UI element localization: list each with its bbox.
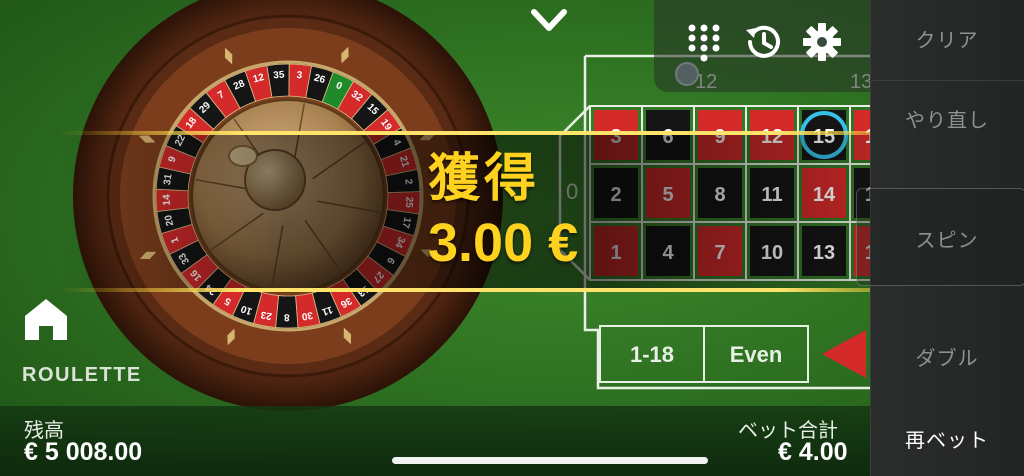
- game-name: ROULETTE: [22, 364, 142, 386]
- gear-icon[interactable]: [801, 22, 843, 62]
- outside-bet-label: 1-18: [630, 342, 674, 367]
- balance-value: € 5 008.00: [24, 438, 143, 466]
- outside-bet-label: Even: [730, 342, 783, 367]
- menu-item-double[interactable]: ダブル: [870, 342, 1024, 371]
- menu-item-clear[interactable]: クリア: [870, 24, 1024, 53]
- wheel-number: 35: [273, 70, 285, 82]
- chevron-down-icon[interactable]: [528, 4, 570, 36]
- menu-divider: [870, 80, 1024, 81]
- total-bet-value: € 4.00: [778, 438, 848, 466]
- history-icon[interactable]: [742, 22, 784, 62]
- red-bet-diamond[interactable]: [822, 330, 866, 378]
- menu-item-spin[interactable]: スピン: [870, 224, 1024, 253]
- home-indicator[interactable]: [392, 457, 708, 464]
- wheel-number: 8: [284, 311, 290, 322]
- menu-item-rebet[interactable]: 再ベット: [870, 424, 1024, 453]
- wheel-number: 30: [301, 309, 314, 322]
- win-amount: 3.00 €: [428, 213, 579, 273]
- win-title: 獲得: [428, 149, 541, 209]
- roulette-stage: 121303691215182581114171471013161-18Even…: [0, 0, 1024, 476]
- chip-grid-icon[interactable]: [685, 22, 723, 62]
- menu-item-undo[interactable]: やり直し: [870, 104, 1024, 133]
- home-icon[interactable]: [22, 296, 70, 342]
